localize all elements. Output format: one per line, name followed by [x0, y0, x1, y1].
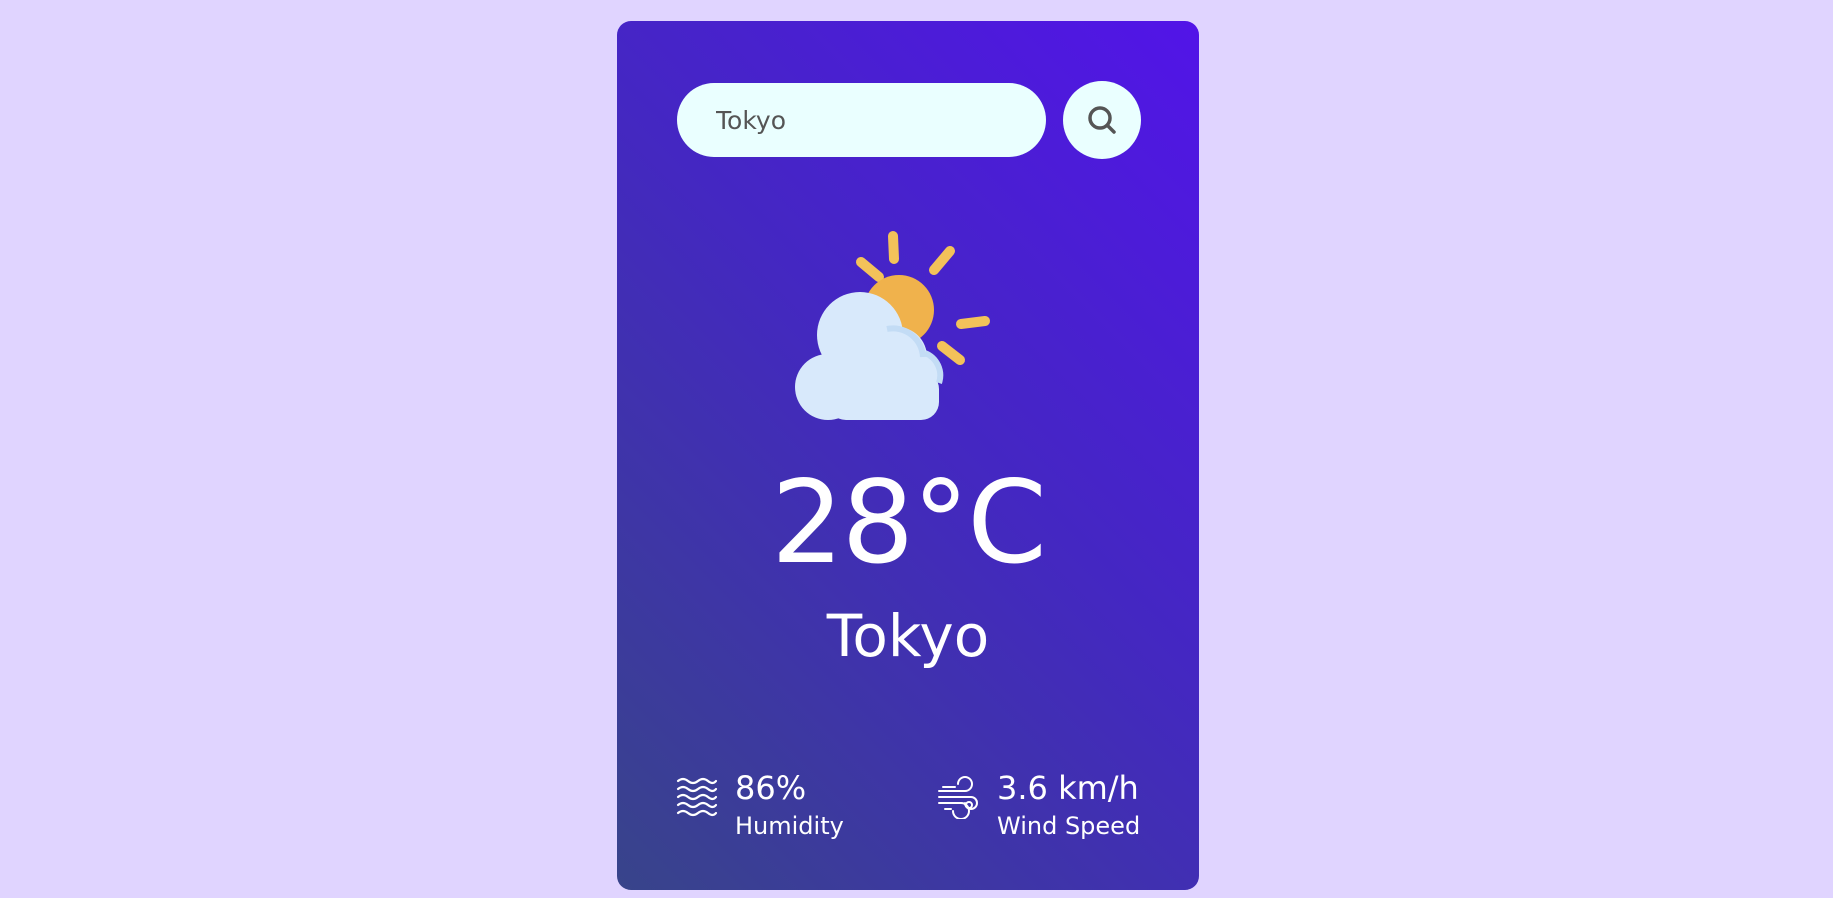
- temperature: 28°C: [771, 456, 1047, 589]
- search-icon: [1085, 103, 1119, 137]
- wind-label: Wind Speed: [997, 812, 1141, 841]
- weather-card: 28°C Tokyo 86% Humidity: [617, 21, 1199, 890]
- partly-cloudy-icon: [787, 221, 1027, 431]
- wind-detail: 3.6 km/h Wind Speed: [937, 769, 1141, 841]
- humidity-waves-icon: [675, 775, 719, 819]
- city-search-input[interactable]: [677, 83, 1046, 157]
- wind-value: 3.6 km/h: [997, 769, 1139, 807]
- humidity-text: 86% Humidity: [735, 769, 844, 841]
- wind-icon: [937, 775, 981, 820]
- search-button[interactable]: [1063, 81, 1141, 159]
- humidity-label: Humidity: [735, 812, 844, 841]
- wind-text: 3.6 km/h Wind Speed: [997, 769, 1141, 841]
- city-name: Tokyo: [826, 602, 990, 670]
- humidity-value: 86%: [735, 769, 807, 807]
- humidity-detail: 86% Humidity: [675, 769, 844, 841]
